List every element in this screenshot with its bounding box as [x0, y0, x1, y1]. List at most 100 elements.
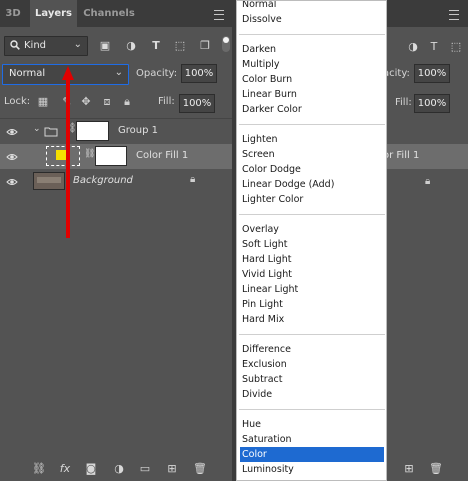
blend-option[interactable]: Multiply: [240, 57, 384, 72]
layer-mask-thumbnail[interactable]: [95, 146, 127, 166]
lock-icon: 🔒︎: [425, 176, 431, 187]
opacity-input[interactable]: 100%: [181, 64, 217, 83]
trash-icon[interactable]: 🗑︎: [429, 463, 443, 475]
blend-option[interactable]: Lighter Color: [240, 192, 384, 207]
fx-button[interactable]: fx: [59, 463, 71, 475]
filter-toggle[interactable]: [222, 36, 230, 52]
layer-name: Background: [73, 175, 133, 186]
blend-option[interactable]: Divide: [240, 387, 384, 402]
blend-option[interactable]: Color Dodge: [240, 162, 384, 177]
blend-option[interactable]: Color: [240, 447, 384, 462]
link-layers-icon[interactable]: ⛓︎: [32, 463, 46, 475]
new-layer-icon[interactable]: ⊞: [166, 463, 178, 475]
trash-icon[interactable]: 🗑︎: [193, 463, 207, 475]
blend-option[interactable]: Pin Light: [240, 297, 384, 312]
blend-option[interactable]: Linear Burn: [240, 87, 384, 102]
blend-option[interactable]: Difference: [240, 342, 384, 357]
filter-adjustment-icon[interactable]: ◑: [125, 40, 137, 52]
blend-option[interactable]: Linear Light: [240, 282, 384, 297]
fill-label: Fill:: [395, 97, 412, 108]
layer-name: Color Fill 1: [136, 150, 189, 161]
blend-option[interactable]: Darken: [240, 42, 384, 57]
chevron-down-icon: ⌄: [73, 39, 82, 50]
blend-option[interactable]: Soft Light: [240, 237, 384, 252]
filter-pixel-icon[interactable]: ▣: [99, 40, 111, 52]
blend-row: Normal ⌄ Opacity: 100%: [0, 64, 232, 85]
blend-option[interactable]: Hue: [240, 417, 384, 432]
expand-chevron-icon[interactable]: ⌄: [33, 124, 41, 134]
blend-option[interactable]: Exclusion: [240, 357, 384, 372]
filter-shape-icon[interactable]: ⬚: [174, 40, 186, 52]
filter-kind-label: Kind: [24, 40, 47, 51]
blend-option[interactable]: Hard Mix: [240, 312, 384, 327]
menu-separator: [239, 214, 385, 215]
panel-menu-icon[interactable]: [449, 10, 459, 20]
filter-row: Kind ⌄ ▣ ◑ T ⬚ ❐: [0, 34, 232, 58]
blend-option[interactable]: Subtract: [240, 372, 384, 387]
add-mask-icon[interactable]: ◙: [85, 463, 97, 475]
lock-row: Lock: ▦ ✎ ✥ ⧈ 🔒︎ Fill: 100%: [0, 94, 232, 114]
filter-smart-object-icon[interactable]: ❐: [199, 40, 211, 52]
blend-option[interactable]: Saturation: [240, 432, 384, 447]
new-layer-icon[interactable]: ⊞: [403, 463, 415, 475]
panel-tabs: 3D Layers Channels: [0, 0, 232, 27]
fill-input[interactable]: 100%: [179, 94, 215, 113]
lock-all-icon[interactable]: 🔒︎: [121, 96, 133, 108]
eye-icon[interactable]: [6, 176, 18, 188]
group-mask-thumbnail[interactable]: [76, 121, 109, 141]
lock-label: Lock:: [4, 96, 31, 107]
layer-row-background[interactable]: Background 🔒︎: [0, 169, 232, 194]
folder-icon: [44, 127, 58, 137]
blend-option[interactable]: Color Burn: [240, 72, 384, 87]
blend-mode-dropdown: Normal Dissolve Darken Multiply Color Burn Li…: [236, 0, 387, 481]
right-panel-tabs: [383, 0, 468, 27]
filter-type-icon[interactable]: T: [428, 41, 440, 53]
blend-option[interactable]: Linear Dodge (Add): [240, 177, 384, 192]
panel-menu-icon[interactable]: [214, 10, 224, 20]
blend-option[interactable]: Hard Light: [240, 252, 384, 267]
layer-row-color-fill[interactable]: or Fill 1: [383, 144, 468, 169]
blend-option[interactable]: Lighten: [240, 132, 384, 147]
filter-type-icon[interactable]: T: [150, 40, 162, 52]
filter-shape-icon[interactable]: ⬚: [450, 41, 462, 53]
lock-artboard-icon[interactable]: ⧈: [101, 96, 113, 108]
fill-input[interactable]: 100%: [414, 94, 450, 113]
right-panel: ◑ T ⬚ acity: 100% Fill: 100% or Fill 1 🔒…: [383, 27, 468, 481]
new-group-icon[interactable]: ▭: [139, 463, 151, 475]
layer-name: or Fill 1: [383, 150, 420, 161]
tab-3d[interactable]: 3D: [0, 0, 26, 27]
fill-label: Fill:: [158, 96, 175, 107]
search-icon: [10, 40, 20, 50]
opacity-label: acity:: [383, 68, 410, 79]
menu-separator: [239, 34, 385, 35]
blend-option[interactable]: Darker Color: [240, 102, 384, 117]
background-thumbnail[interactable]: [33, 172, 65, 190]
blend-option[interactable]: Vivid Light: [240, 267, 384, 282]
eye-icon[interactable]: [6, 126, 18, 138]
chain-icon: ⛓︎: [84, 149, 96, 159]
blend-option[interactable]: Dissolve: [240, 12, 384, 27]
menu-separator: [239, 334, 385, 335]
blend-option[interactable]: Normal: [240, 1, 384, 12]
layer-row-group[interactable]: ⌄ ⛓︎ Group 1: [0, 119, 232, 144]
filter-adjustment-icon[interactable]: ◑: [407, 41, 419, 53]
new-adjustment-layer-icon[interactable]: ◑: [113, 463, 125, 475]
layers-panel: 3D Layers Channels Kind ⌄ ▣ ◑ T ⬚ ❐ Norm…: [0, 0, 232, 481]
menu-separator: [239, 409, 385, 410]
tab-channels[interactable]: Channels: [79, 0, 139, 27]
blend-mode-value: Normal: [9, 68, 46, 79]
layers-footer: ⛓︎ fx ◙ ◑ ▭ ⊞ 🗑︎: [0, 457, 232, 481]
filter-kind-select[interactable]: Kind ⌄: [4, 36, 88, 56]
eye-icon[interactable]: [6, 151, 18, 163]
blend-option[interactable]: Luminosity: [240, 462, 384, 477]
layer-row-color-fill[interactable]: ⛓︎ Color Fill 1: [0, 144, 232, 169]
lock-transparent-icon[interactable]: ▦: [37, 96, 49, 108]
blend-option[interactable]: Overlay: [240, 222, 384, 237]
blend-option[interactable]: Screen: [240, 147, 384, 162]
opacity-label: Opacity:: [136, 68, 178, 79]
tab-layers[interactable]: Layers: [30, 0, 77, 27]
opacity-input[interactable]: 100%: [414, 64, 450, 83]
lock-icon: 🔒︎: [190, 174, 196, 185]
lock-position-icon[interactable]: ✥: [80, 96, 92, 108]
menu-separator: [239, 124, 385, 125]
